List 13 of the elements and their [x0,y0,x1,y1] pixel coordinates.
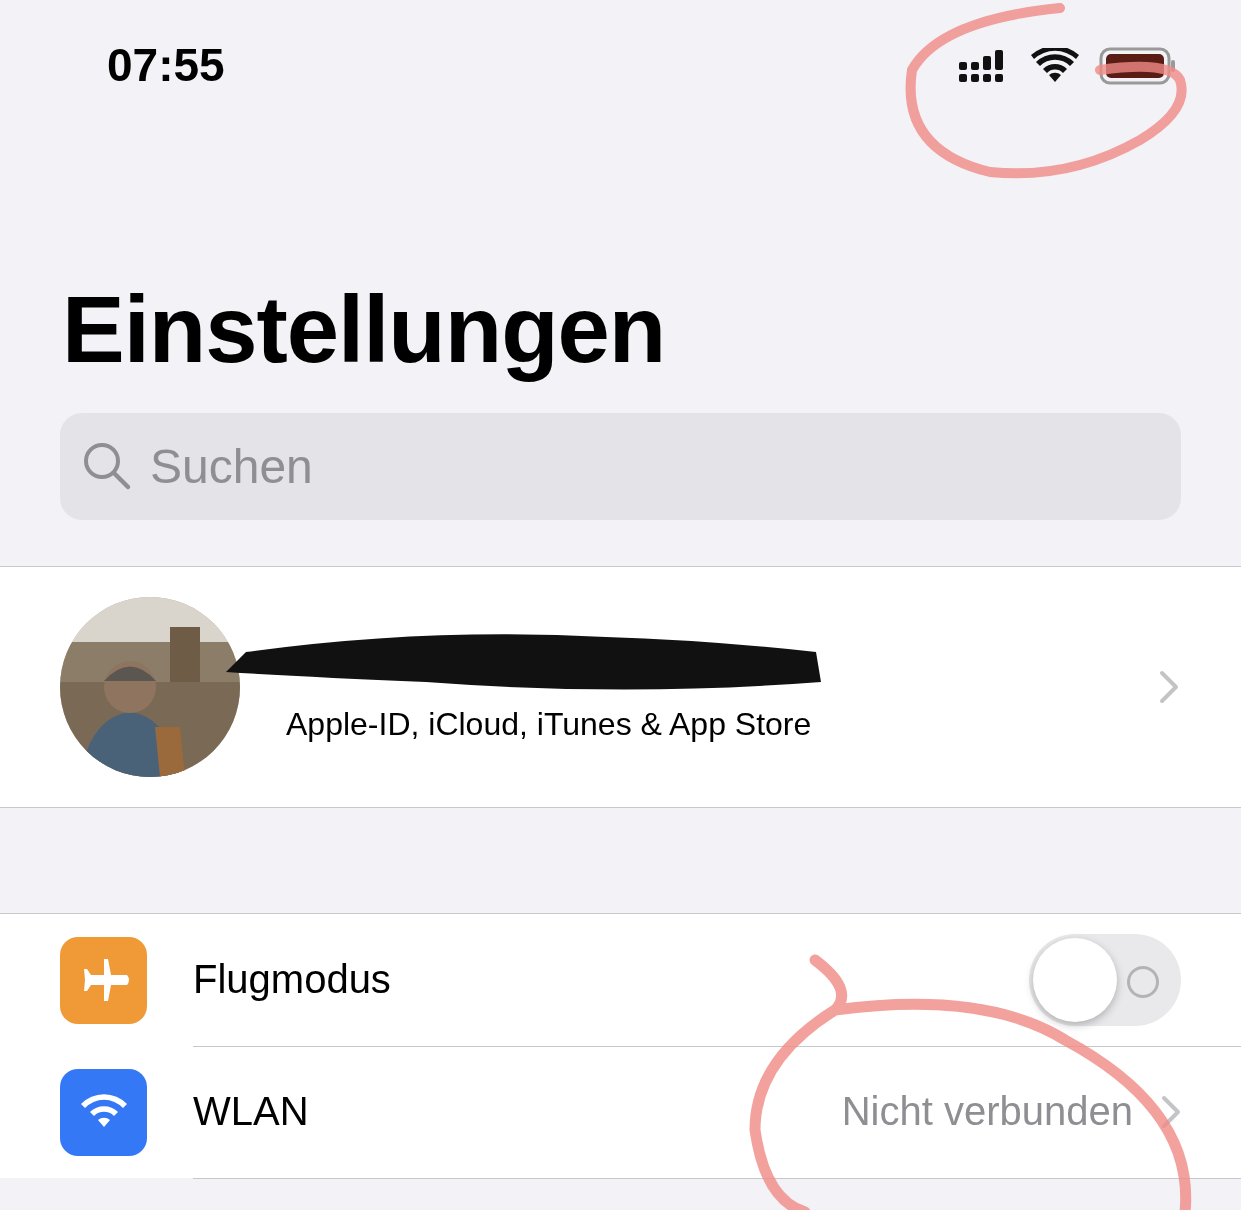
setting-label: Flugmodus [193,957,392,1002]
wifi-icon [1031,48,1079,84]
chevron-icon [1159,670,1179,704]
setting-value: Nicht verbunden [841,1089,1133,1134]
profile-subtitle: Apple-ID, iCloud, iTunes & App Store [286,705,813,743]
settings-row[interactable]: Flugmodus [0,914,1241,1046]
settings-row[interactable]: WLAN Nicht verbunden [0,1046,1241,1178]
status-time: 07:55 [107,38,225,92]
battery-icon [1099,47,1177,85]
profile-row[interactable]: Apple-ID, iCloud, iTunes & App Store [0,566,1241,808]
page-title: Einstellungen [62,280,667,380]
setting-label: WLAN [193,1089,310,1134]
search-field[interactable]: Suchen [60,413,1181,520]
